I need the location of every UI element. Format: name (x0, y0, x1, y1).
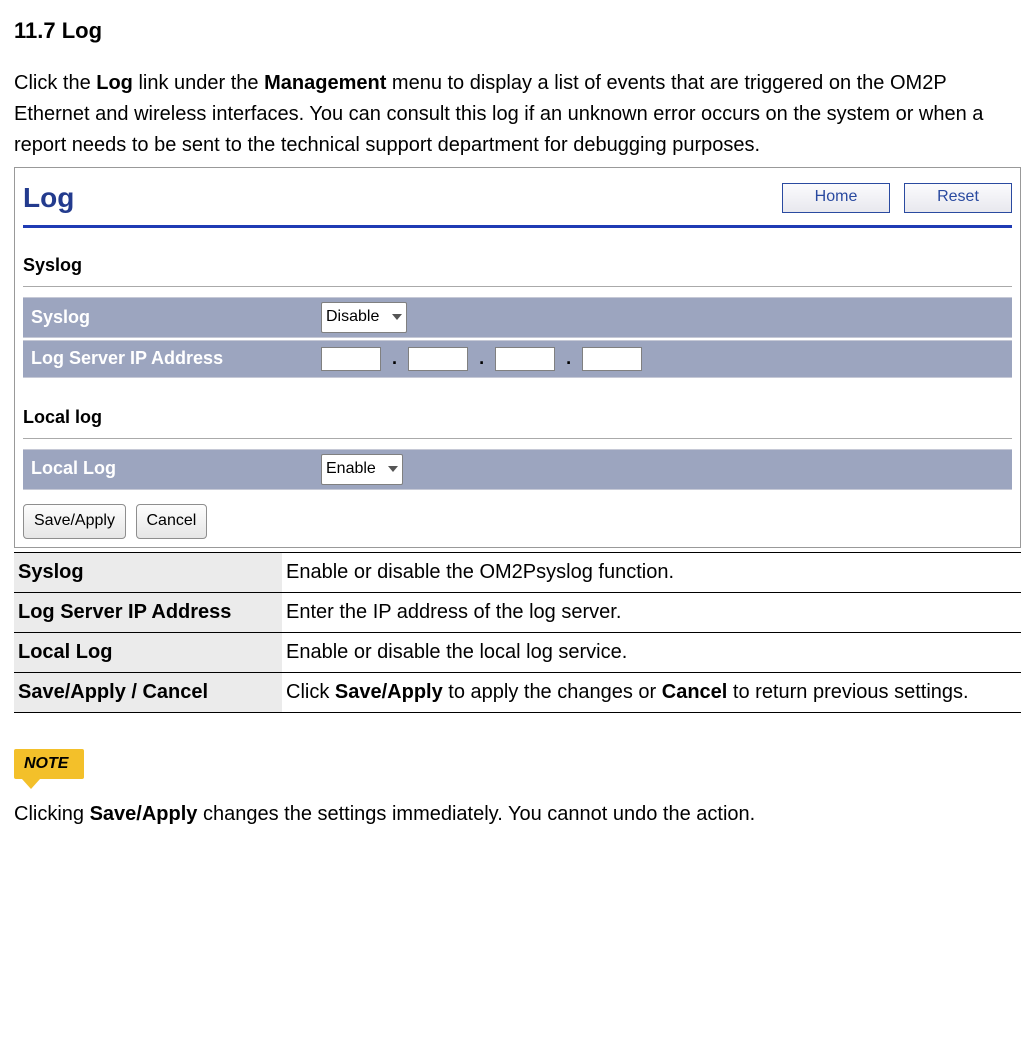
desc-key-ip: Log Server IP Address (14, 592, 282, 632)
chevron-down-icon (392, 314, 402, 320)
syslog-select[interactable]: Disable (321, 302, 407, 333)
table-row: Syslog Enable or disable the OM2Psyslog … (14, 552, 1021, 592)
desc-text: to return previous settings. (727, 681, 968, 703)
chevron-down-icon (388, 466, 398, 472)
note-badge: NOTE (14, 749, 84, 780)
syslog-section-label: Syslog (23, 252, 1012, 280)
desc-val-locallog: Enable or disable the local log service. (282, 632, 1021, 672)
locallog-section-label: Local log (23, 404, 1012, 432)
action-row: Save/Apply Cancel (23, 504, 1012, 539)
note-text: Clicking Save/Apply changes the settings… (14, 799, 1021, 830)
note-arrow-icon (22, 779, 40, 789)
log-server-ip-label: Log Server IP Address (31, 345, 321, 373)
ip-dot: . (566, 348, 571, 368)
desc-val-ip: Enter the IP address of the log server. (282, 592, 1021, 632)
table-row: Local Log Enable or disable the local lo… (14, 632, 1021, 672)
ip-octet-1-input[interactable] (321, 347, 381, 371)
log-server-ip-row: Log Server IP Address . . . (23, 340, 1012, 378)
desc-val-syslog: Enable or disable the OM2Psyslog functio… (282, 552, 1021, 592)
desc-key-locallog: Local Log (14, 632, 282, 672)
screenshot-panel: Log Home Reset Syslog Syslog Disable Log… (14, 167, 1021, 547)
locallog-row: Local Log Enable (23, 449, 1012, 490)
intro-bold-management: Management (264, 72, 386, 94)
panel-title: Log (23, 176, 768, 219)
note-block: NOTE Clicking Save/Apply changes the set… (14, 747, 1021, 831)
locallog-select[interactable]: Enable (321, 454, 403, 485)
intro-text: Click the (14, 72, 96, 94)
home-button[interactable]: Home (782, 183, 890, 213)
ip-octet-3-input[interactable] (495, 347, 555, 371)
note-text-part: Clicking (14, 803, 90, 825)
desc-bold: Cancel (662, 681, 728, 703)
ip-octet-2-input[interactable] (408, 347, 468, 371)
desc-key-save: Save/Apply / Cancel (14, 672, 282, 712)
desc-text: Click (286, 681, 335, 703)
save-apply-button[interactable]: Save/Apply (23, 504, 126, 539)
description-table: Syslog Enable or disable the OM2Psyslog … (14, 552, 1021, 713)
reset-button[interactable]: Reset (904, 183, 1012, 213)
divider (23, 438, 1012, 439)
divider (23, 286, 1012, 287)
intro-paragraph: Click the Log link under the Management … (14, 68, 1021, 161)
section-heading: 11.7 Log (14, 14, 1021, 48)
locallog-row-label: Local Log (31, 455, 321, 483)
locallog-select-value: Enable (326, 460, 376, 477)
syslog-row: Syslog Disable (23, 297, 1012, 338)
note-text-part: changes the settings immediately. You ca… (197, 803, 755, 825)
desc-bold: Save/Apply (335, 681, 443, 703)
syslog-row-label: Syslog (31, 304, 321, 332)
ip-dot: . (392, 348, 397, 368)
desc-val-save: Click Save/Apply to apply the changes or… (282, 672, 1021, 712)
cancel-button[interactable]: Cancel (136, 504, 208, 539)
table-row: Log Server IP Address Enter the IP addre… (14, 592, 1021, 632)
panel-header: Log Home Reset (23, 176, 1012, 228)
intro-bold-log: Log (96, 72, 133, 94)
table-row: Save/Apply / Cancel Click Save/Apply to … (14, 672, 1021, 712)
ip-octet-4-input[interactable] (582, 347, 642, 371)
desc-text: to apply the changes or (443, 681, 662, 703)
desc-key-syslog: Syslog (14, 552, 282, 592)
ip-dot: . (479, 348, 484, 368)
syslog-select-value: Disable (326, 308, 379, 325)
intro-text: link under the (133, 72, 264, 94)
note-bold: Save/Apply (90, 803, 198, 825)
